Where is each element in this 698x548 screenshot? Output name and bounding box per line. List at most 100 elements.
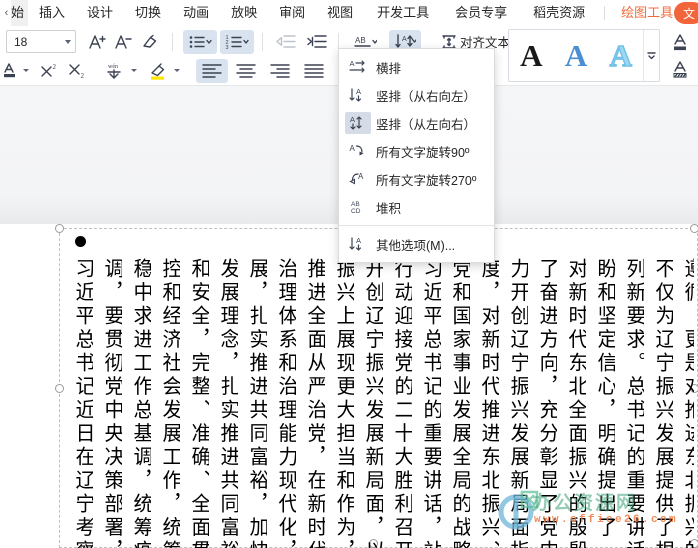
resize-handle-middle-left[interactable] bbox=[55, 384, 64, 393]
svg-text:A: A bbox=[358, 172, 364, 181]
menu-item-label: 堆积 bbox=[376, 201, 402, 216]
chevron-down-icon[interactable] bbox=[65, 39, 71, 44]
vertical-text-column: 和安全，完整、准确、全面贯彻新 bbox=[188, 258, 209, 548]
menu-item-more-options[interactable]: A 其他选项(M)... bbox=[339, 230, 494, 258]
tab-review[interactable]: 审阅 bbox=[268, 0, 316, 26]
menu-item-label: 横排 bbox=[376, 61, 402, 76]
svg-text:A: A bbox=[356, 236, 361, 245]
vertical-rtl-icon: A bbox=[345, 84, 371, 106]
text-highlight-button[interactable] bbox=[145, 59, 171, 83]
subscript-button[interactable]: 2 bbox=[64, 59, 92, 83]
tab-drawing-tools[interactable]: 绘图工具 bbox=[611, 0, 683, 26]
vertical-text-column: 盼和坚定信心，明确提出了一系 bbox=[594, 258, 615, 548]
vertical-text-column: 行动迎接党的二十大胜利召开。 bbox=[391, 258, 412, 548]
rotate-90-icon: A bbox=[345, 140, 371, 162]
decrease-indent-button[interactable] bbox=[271, 30, 299, 54]
svg-text:wén: wén bbox=[108, 64, 118, 70]
vertical-text-column: 度，对新时代推进东北振兴、奋 bbox=[478, 258, 499, 548]
tab-member-exclusive[interactable]: 会员专享 bbox=[442, 0, 520, 26]
svg-text:3: 3 bbox=[226, 45, 229, 50]
wordart-style-1[interactable]: A bbox=[509, 40, 554, 71]
vertical-text-body[interactable]: 习近平总书记近日在辽宁考察时强 调，要贯彻党中央决策部署，坚持 稳中求进工作总基调，… bbox=[64, 258, 694, 548]
text-fill-button[interactable] bbox=[668, 30, 694, 55]
resize-handle-top-left[interactable] bbox=[55, 224, 64, 233]
menu-item-label: 所有文字旋转90º bbox=[376, 145, 470, 160]
svg-text:AB: AB bbox=[355, 36, 366, 45]
font-size-value: 18 bbox=[14, 34, 28, 49]
vertical-text-column: 发展理念，扎实推进共同富裕，加 bbox=[217, 258, 238, 548]
wordart-more-button[interactable] bbox=[643, 30, 659, 81]
align-center-button[interactable] bbox=[230, 59, 262, 83]
menu-item-label: 竖排（从右向左） bbox=[376, 89, 477, 104]
menu-item-stacked[interactable]: AB CD 堆积 bbox=[339, 193, 494, 221]
tab-view[interactable]: 视图 bbox=[316, 0, 364, 26]
vertical-text-column: 力开创辽宁振兴发展新局面指明 bbox=[507, 258, 528, 548]
wordart-style-2[interactable]: A bbox=[554, 40, 599, 71]
chevron-down-icon[interactable] bbox=[173, 69, 180, 72]
ribbon-divider-1 bbox=[172, 32, 173, 51]
tab-start-partial[interactable]: 始 bbox=[11, 0, 29, 26]
horizontal-text-icon: A bbox=[345, 56, 371, 78]
numbering-button[interactable]: 1 2 3 bbox=[220, 29, 254, 54]
vertical-text-column: 遵循，更是对推进东北振兴的再 bbox=[681, 258, 694, 548]
align-right-button[interactable] bbox=[264, 59, 296, 83]
text-color-dropdown-icon[interactable] bbox=[20, 59, 32, 83]
tab-slideshow[interactable]: 放映 bbox=[220, 0, 268, 26]
pinyin-guide-button[interactable]: wén bbox=[102, 59, 128, 83]
vertical-text-column: 振兴上展现更大担当和作为，奋力 bbox=[333, 258, 354, 548]
menu-item-vertical-rtl[interactable]: A 竖排（从右向左） bbox=[339, 81, 494, 109]
increase-font-size-button[interactable] bbox=[84, 30, 110, 54]
text-effects-group bbox=[668, 30, 694, 82]
superscript-button[interactable]: 2 bbox=[36, 59, 64, 83]
tab-developer-tools[interactable]: 开发工具 bbox=[364, 0, 442, 26]
tab-design[interactable]: 设计 bbox=[76, 0, 124, 26]
more-options-icon: A bbox=[345, 233, 371, 255]
svg-text:A: A bbox=[350, 144, 356, 153]
menu-item-rotate-90[interactable]: A 所有文字旋转90º bbox=[339, 137, 494, 165]
vertical-text-column: 开创辽宁振兴发展新局面，以实际 bbox=[362, 258, 383, 548]
text-outline-button[interactable] bbox=[668, 57, 694, 82]
decrease-font-size-button[interactable] bbox=[110, 30, 136, 54]
align-justify-button[interactable] bbox=[298, 59, 330, 83]
svg-text:2: 2 bbox=[52, 63, 56, 71]
tab-animation[interactable]: 动画 bbox=[172, 0, 220, 26]
vertical-text-column: 了奋进方向，充分彰显了党中央 bbox=[536, 258, 557, 548]
menu-item-horizontal[interactable]: A 横排 bbox=[339, 53, 494, 81]
align-left-button[interactable] bbox=[196, 58, 228, 83]
svg-text:A: A bbox=[402, 36, 407, 43]
vertical-text-column: 展，扎实推进共同富裕，加快推进 bbox=[246, 258, 267, 548]
resize-handle-top-right[interactable] bbox=[690, 224, 698, 233]
text-color-button[interactable] bbox=[0, 59, 20, 83]
vertical-text-column: 对新时代东北全面振兴的殷殷期 bbox=[565, 258, 586, 548]
rotate-270-icon: A bbox=[345, 168, 371, 190]
chevron-down-icon[interactable] bbox=[130, 69, 137, 72]
text-direction-dropdown-menu: A 横排 A 竖排（从右向左） A 竖排（从左向右） A 所有文字旋转90º A… bbox=[338, 48, 495, 263]
document-type-badge[interactable]: 文 bbox=[674, 2, 698, 24]
menu-item-rotate-270[interactable]: A 所有文字旋转270º bbox=[339, 165, 494, 193]
tab-transition[interactable]: 切换 bbox=[124, 0, 172, 26]
tab-docer-resources[interactable]: 稻壳资源 bbox=[520, 0, 598, 26]
svg-text:A: A bbox=[356, 87, 361, 96]
vertical-text-column: 列新要求。总书记的重要讲话， bbox=[623, 258, 644, 548]
bullets-button[interactable] bbox=[183, 29, 217, 54]
tab-insert[interactable]: 插入 bbox=[28, 0, 76, 26]
svg-text:A: A bbox=[350, 59, 355, 68]
highlight-dropdown-icon[interactable] bbox=[171, 59, 182, 83]
vertical-text-column: 不仅为辽宁振兴发展提供了根本 bbox=[652, 258, 673, 548]
menu-item-label: 所有文字旋转270º bbox=[376, 173, 477, 188]
vertical-text-column: 党和国家事业发展全局的战略高 bbox=[449, 258, 470, 548]
increase-indent-button[interactable] bbox=[302, 30, 330, 54]
vertical-text-column: 调，要贯彻党中央决策部署，坚持 bbox=[101, 258, 122, 548]
chevron-down-icon[interactable] bbox=[23, 69, 29, 72]
vertical-text-column: 习近平总书记的重要讲话，站在 bbox=[420, 258, 441, 548]
menu-item-vertical-ltr[interactable]: A 竖排（从左向右） bbox=[339, 109, 494, 137]
vertical-text-column: 治理体系和治理能力现代化，深入 bbox=[275, 258, 296, 548]
clear-formatting-button[interactable] bbox=[136, 30, 162, 54]
menu-divider bbox=[339, 225, 494, 226]
svg-text:CD: CD bbox=[351, 208, 361, 215]
font-size-combobox[interactable]: 18 bbox=[6, 30, 76, 53]
wordart-style-3[interactable]: A bbox=[598, 39, 643, 71]
vertical-text-column: 稳中求进工作总基调，统筹疫情防 bbox=[130, 258, 151, 548]
ribbon-divider-2 bbox=[262, 32, 263, 51]
pinyin-dropdown-icon[interactable] bbox=[128, 59, 139, 83]
